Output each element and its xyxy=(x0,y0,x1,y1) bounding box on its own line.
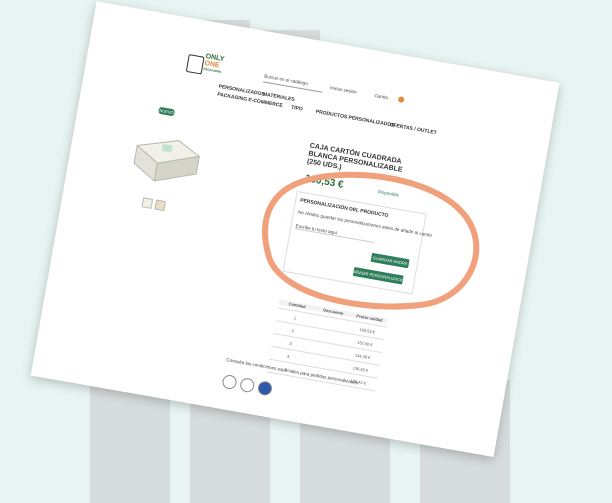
highlight-circle xyxy=(262,171,480,310)
